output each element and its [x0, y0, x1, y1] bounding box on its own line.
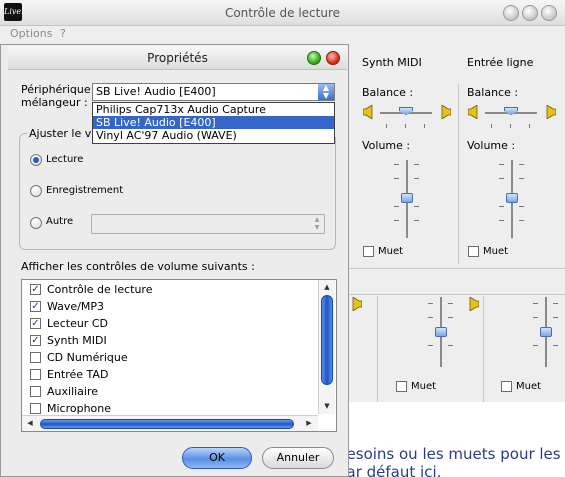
balance-label: Balance : [467, 86, 519, 99]
speaker-left-icon [468, 105, 478, 119]
mute-checkbox[interactable] [501, 381, 512, 392]
radio-other-label: Autre [46, 216, 74, 227]
volume-slider[interactable] [506, 193, 518, 203]
checkbox[interactable] [30, 368, 41, 380]
mute-checkbox[interactable] [468, 246, 479, 257]
zoom-icon[interactable] [307, 51, 321, 65]
scroll-left-icon[interactable]: ◀ [23, 416, 37, 430]
checkbox[interactable] [30, 351, 41, 363]
ok-button[interactable]: OK [182, 447, 252, 469]
speaker-right-icon [546, 105, 556, 119]
menu-bar [0, 26, 565, 44]
checkbox-checked[interactable]: ✓ [30, 300, 41, 312]
vertical-scroll-thumb[interactable] [321, 295, 333, 385]
list-item[interactable]: ✓ Wave/MP3 [30, 298, 104, 315]
device-label: Périphérique mélangeur : [21, 83, 91, 109]
cancel-button[interactable]: Annuler [262, 447, 334, 469]
column-title-synth-midi: Synth MIDI [362, 56, 422, 69]
scroll-down-icon[interactable]: ▼ [319, 400, 335, 412]
chevron-updown-icon: ▲ ▼ [314, 216, 320, 231]
scroll-up-icon[interactable]: ▲ [319, 281, 335, 293]
chevron-updown-icon[interactable]: ▲ ▼ [318, 84, 334, 100]
device-option-selected[interactable]: SB Live! Audio [E400] [93, 116, 334, 129]
vertical-scrollbar[interactable]: ▲ ▼ [318, 280, 335, 414]
list-item[interactable]: CD Numérique [30, 349, 128, 366]
show-controls-label: Afficher les contrôles de volume suivant… [21, 260, 255, 273]
menu-options[interactable]: Options [10, 27, 52, 40]
help-text-line2: par défaut ici. [337, 463, 442, 477]
speaker-right-icon [352, 297, 362, 311]
dialog-title: Propriétés [147, 51, 208, 65]
list-item[interactable]: ✓ Synth MIDI [30, 332, 107, 349]
list-item[interactable]: ✓ Contrôle de lecture [30, 281, 152, 298]
mute-label: Muet [378, 246, 404, 257]
list-item[interactable]: ✓ Lecteur CD [30, 315, 108, 332]
radio-recording-label: Enregistrement [46, 185, 124, 196]
device-select-value: SB Live! Audio [E400] [96, 85, 216, 98]
checkbox-checked[interactable]: ✓ [30, 334, 41, 346]
volume-label: Volume : [467, 139, 516, 152]
help-text-line1: besoins ou les muets pour les so [337, 445, 565, 463]
mute-checkbox[interactable] [396, 381, 407, 392]
checkbox-checked[interactable]: ✓ [30, 283, 41, 295]
column-title-line-in: Entrée ligne [467, 56, 534, 69]
minimize-icon[interactable] [503, 5, 519, 21]
menu-help[interactable]: ? [60, 27, 66, 40]
speaker-left-icon [363, 105, 373, 119]
window-title: Contrôle de lecture [224, 6, 341, 20]
volume-label: Volume : [362, 139, 411, 152]
volume-slider[interactable] [435, 327, 447, 337]
horizontal-scrollbar[interactable]: ◀ ▶ [22, 415, 318, 431]
device-select[interactable]: SB Live! Audio [E400] ▲ ▼ [92, 83, 335, 101]
close-icon[interactable] [326, 51, 340, 65]
mute-label: Muet [411, 381, 437, 392]
speaker-right-icon [441, 105, 451, 119]
mute-checkbox[interactable] [363, 246, 374, 257]
volume-slider[interactable] [540, 327, 552, 337]
scroll-right-icon[interactable]: ▶ [302, 416, 316, 430]
other-select: ▲ ▼ [91, 214, 325, 234]
radio-playback-label: Lecture [46, 154, 84, 165]
list-item[interactable]: Entrée TAD [30, 366, 108, 383]
balance-label: Balance : [362, 86, 414, 99]
horizontal-scroll-thumb[interactable] [40, 419, 294, 429]
device-dropdown-list: Philips Cap713x Audio Capture SB Live! A… [92, 102, 335, 144]
device-option[interactable]: Philips Cap713x Audio Capture [93, 103, 334, 116]
list-item[interactable]: Auxiliaire [30, 383, 98, 400]
mute-label: Muet [516, 381, 542, 392]
checkbox-checked[interactable]: ✓ [30, 317, 41, 329]
volume-controls-list: ✓ Contrôle de lecture ✓ Wave/MP3 ✓ Lecteur … [21, 279, 337, 432]
checkbox[interactable] [30, 385, 41, 397]
close-icon[interactable] [541, 5, 557, 21]
device-option[interactable]: Vinyl AC'97 Audio (WAVE) [93, 129, 334, 142]
radio-recording[interactable] [30, 185, 42, 197]
speaker-right-icon [469, 297, 479, 311]
checkbox[interactable] [30, 402, 41, 414]
volume-slider[interactable] [401, 193, 413, 203]
maximize-icon[interactable] [522, 5, 538, 21]
radio-playback[interactable] [30, 154, 42, 166]
radio-other[interactable] [30, 217, 42, 229]
mute-label: Muet [483, 246, 509, 257]
